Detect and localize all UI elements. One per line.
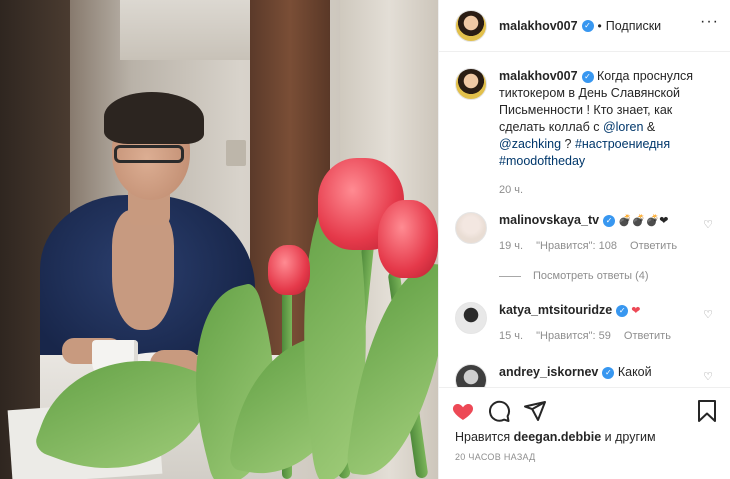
comment-avatar[interactable] <box>455 364 487 387</box>
hashtag-link[interactable]: #moodoftheday <box>499 154 585 168</box>
caption-avatar[interactable] <box>455 68 487 100</box>
post-timestamp[interactable]: 20 ЧАСОВ НАЗАД <box>439 444 730 462</box>
share-icon[interactable] <box>523 399 547 423</box>
comment-body: ❤ <box>628 305 641 317</box>
comment-body: Какой <box>614 365 652 379</box>
reply-button[interactable]: Ответить <box>630 240 677 252</box>
comment-icon[interactable] <box>487 399 511 423</box>
likes-user-link[interactable]: deegan.debbie <box>514 430 602 444</box>
likes-others[interactable]: и другим <box>601 430 656 444</box>
comment-time[interactable]: 19 ч. <box>499 240 523 252</box>
verified-badge-icon: ✓ <box>581 70 594 83</box>
comment-like-icon[interactable]: ♡ <box>703 370 713 383</box>
comment-avatar[interactable] <box>455 302 487 334</box>
caption-text: malakhov007 ✓ Когда проснулся тиктокером … <box>499 68 717 170</box>
comment-text: malinovskaya_tv ✓ 💣💣💣❤ <box>499 212 717 230</box>
photo-glasses <box>114 145 184 163</box>
verified-badge-icon: ✓ <box>603 214 616 227</box>
post-side-panel: malakhov007 ✓ • Подписки ··· malakhov007… <box>438 0 730 479</box>
comment-meta: 15 ч. "Нравится": 59 Ответить <box>499 330 717 342</box>
photo-lamp <box>226 140 246 166</box>
likes-prefix: Нравится <box>455 430 514 444</box>
photo-hair <box>104 92 204 144</box>
post-photo[interactable] <box>0 0 438 479</box>
mention-link[interactable]: @zachking <box>499 137 561 151</box>
post-header: malakhov007 ✓ • Подписки ··· <box>439 0 730 52</box>
caption-meta: 20 ч. <box>499 184 717 196</box>
comment-like-icon[interactable]: ♡ <box>703 218 713 231</box>
verified-badge-icon: ✓ <box>616 304 629 317</box>
comment-text: andrey_iskornev ✓ Какой <box>499 364 717 381</box>
comment-item: katya_mtsitouridze ✓ ❤ 15 ч. "Нравится": … <box>455 302 717 342</box>
view-replies-button[interactable]: Посмотреть ответы (4) <box>499 270 649 282</box>
more-options-icon[interactable]: ··· <box>700 13 719 31</box>
comment-item: andrey_iskornev ✓ Какой ♡ <box>455 364 717 387</box>
reply-button[interactable]: Ответить <box>624 330 671 342</box>
action-icons <box>439 388 730 426</box>
comment-like-icon[interactable]: ♡ <box>703 308 713 321</box>
author-avatar[interactable] <box>455 9 487 42</box>
hashtag-link[interactable]: #настроениедня <box>575 137 670 151</box>
verified-badge-icon: ✓ <box>581 19 594 32</box>
separator-dot: • <box>597 18 602 33</box>
photo-chest <box>112 210 174 330</box>
heart-icon[interactable] <box>451 399 475 423</box>
likes-summary: Нравится deegan.debbie и другим <box>439 426 730 444</box>
photo-tulip <box>378 200 438 278</box>
following-button[interactable]: Подписки <box>606 19 661 33</box>
caption-body: ? <box>561 137 575 151</box>
comment-item: malinovskaya_tv ✓ 💣💣💣❤ 19 ч. "Нравится": … <box>455 212 717 252</box>
comment-text: katya_mtsitouridze ✓ ❤ <box>499 302 717 320</box>
comment-meta: 19 ч. "Нравится": 108 Ответить <box>499 240 717 252</box>
comment-time[interactable]: 15 ч. <box>499 330 523 342</box>
bookmark-icon[interactable] <box>695 399 719 423</box>
comment-likes[interactable]: "Нравится": 59 <box>536 330 611 342</box>
view-replies-label: Посмотреть ответы (4) <box>533 270 649 282</box>
caption: malakhov007 ✓ Когда проснулся тиктокером … <box>455 68 717 196</box>
comments-list[interactable]: malakhov007 ✓ Когда проснулся тиктокером … <box>439 52 730 387</box>
verified-badge-icon: ✓ <box>602 366 615 379</box>
caption-username[interactable]: malakhov007 <box>499 69 578 83</box>
comment-likes[interactable]: "Нравится": 108 <box>536 240 617 252</box>
post-actions: Нравится deegan.debbie и другим 20 ЧАСОВ… <box>439 387 730 479</box>
photo-tulip <box>268 245 310 295</box>
replies-line <box>499 275 521 277</box>
author-username[interactable]: malakhov007 <box>499 19 578 33</box>
comment-avatar[interactable] <box>455 212 487 244</box>
mention-link[interactable]: @loren <box>603 120 644 134</box>
comment-username[interactable]: malinovskaya_tv <box>499 213 599 227</box>
comment-username[interactable]: andrey_iskornev <box>499 365 598 379</box>
comment-username[interactable]: katya_mtsitouridze <box>499 303 612 317</box>
caption-time[interactable]: 20 ч. <box>499 184 523 196</box>
caption-body: & <box>643 120 656 134</box>
comment-body: 💣💣💣❤ <box>615 215 669 227</box>
